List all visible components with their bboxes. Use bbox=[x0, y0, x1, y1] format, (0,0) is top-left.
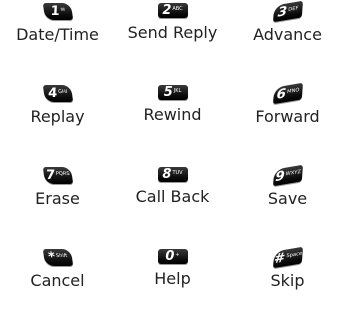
key-cell-6: 6 MNO Forward bbox=[230, 82, 345, 164]
key-pound-sub: Space bbox=[285, 250, 302, 259]
key-3-label: Advance bbox=[253, 25, 322, 44]
key-0-digit: 0 bbox=[165, 249, 175, 264]
key-2-icon: 2 ABC bbox=[157, 3, 188, 18]
key-1-digit: 1 bbox=[49, 4, 61, 19]
key-star-sub: Shift bbox=[55, 252, 68, 259]
key-0-icon: 0 + bbox=[157, 249, 188, 264]
key-cell-5: 5 JKL Rewind bbox=[115, 82, 230, 164]
key-8-digit: 8 bbox=[162, 167, 172, 182]
key-5-letters: JKL bbox=[173, 87, 182, 94]
key-6-letters: MNO bbox=[286, 86, 300, 95]
key-2-label: Send Reply bbox=[127, 23, 218, 42]
key-2-digit: 2 bbox=[162, 3, 172, 18]
key-0-sub: + bbox=[175, 251, 180, 258]
key-4-digit: 4 bbox=[46, 86, 59, 101]
key-6-digit: 6 bbox=[275, 86, 286, 103]
key-7-digit: 7 bbox=[44, 168, 56, 183]
key-pound-symbol: # bbox=[273, 250, 286, 268]
key-5-digit: 5 bbox=[163, 85, 173, 100]
key-1-icon: 1 ✉ bbox=[42, 3, 73, 20]
key-pound-icon: # Space bbox=[272, 246, 303, 269]
key-4-label: Replay bbox=[30, 107, 85, 126]
key-9-label: Save bbox=[267, 189, 308, 208]
key-cell-pound: # Space Skip bbox=[230, 246, 345, 328]
key-8-label: Call Back bbox=[135, 187, 210, 206]
key-4-letters: GHI bbox=[57, 88, 68, 95]
key-9-icon: 9 WXYZ bbox=[272, 164, 303, 187]
key-6-icon: 6 MNO bbox=[272, 82, 303, 105]
key-cell-2: 2 ABC Send Reply bbox=[115, 0, 230, 82]
key-cell-8: 8 TUV Call Back bbox=[115, 164, 230, 246]
key-9-digit: 9 bbox=[274, 168, 285, 186]
key-cell-1: 1 ✉ Date/Time bbox=[0, 0, 115, 82]
key-cell-9: 9 WXYZ Save bbox=[230, 164, 345, 246]
key-2-letters: ABC bbox=[172, 5, 183, 12]
key-cell-star: * Shift Cancel bbox=[0, 246, 115, 328]
key-star-symbol: * bbox=[46, 250, 56, 265]
key-8-icon: 8 TUV bbox=[157, 167, 188, 182]
key-1-label: Date/Time bbox=[16, 25, 99, 44]
key-8-letters: TUV bbox=[172, 169, 183, 176]
key-1-letters: ✉ bbox=[59, 6, 65, 13]
key-7-label: Erase bbox=[35, 189, 80, 208]
key-3-digit: 3 bbox=[276, 4, 288, 21]
key-6-label: Forward bbox=[255, 107, 320, 126]
key-cell-3: 3 DEF Advance bbox=[230, 0, 345, 82]
key-star-icon: * Shift bbox=[42, 249, 73, 266]
key-3-icon: 3 DEF bbox=[272, 0, 303, 23]
key-7-icon: 7 PQRS bbox=[42, 167, 73, 184]
key-pound-label: Skip bbox=[270, 271, 305, 290]
key-cell-4: 4 GHI Replay bbox=[0, 82, 115, 164]
key-9-letters: WXYZ bbox=[284, 168, 301, 177]
key-5-icon: 5 JKL bbox=[157, 85, 188, 100]
key-cell-0: 0 + Help bbox=[115, 246, 230, 328]
key-7-letters: PQRS bbox=[55, 170, 70, 177]
keypad-function-grid: 1 ✉ Date/Time 2 ABC Send Reply 3 DEF Adv… bbox=[0, 0, 345, 328]
key-cell-7: 7 PQRS Erase bbox=[0, 164, 115, 246]
key-star-label: Cancel bbox=[30, 271, 85, 290]
key-0-label: Help bbox=[154, 269, 191, 288]
key-3-letters: DEF bbox=[287, 4, 299, 13]
key-4-icon: 4 GHI bbox=[42, 85, 73, 102]
key-5-label: Rewind bbox=[143, 105, 202, 124]
